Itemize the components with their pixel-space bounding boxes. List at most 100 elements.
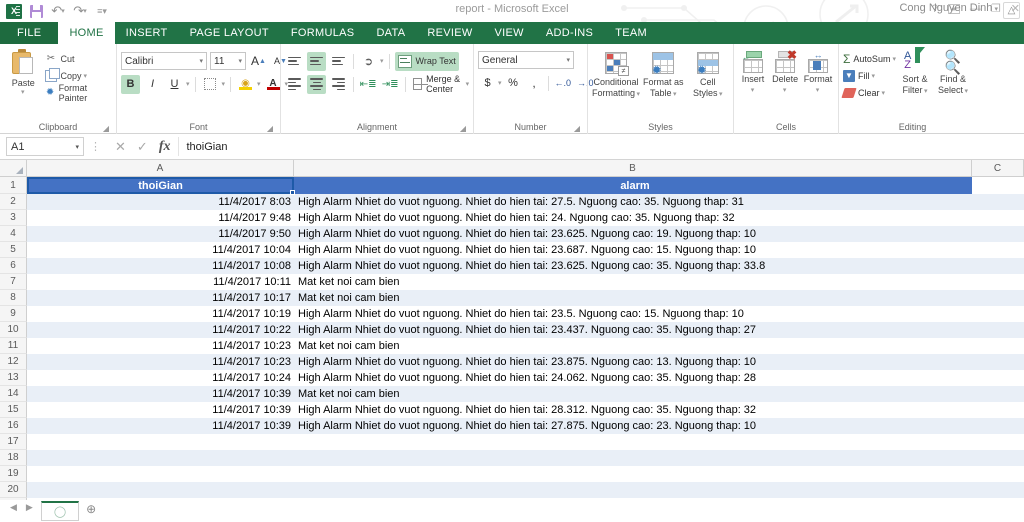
- autosum-button[interactable]: Σ AutoSum ▾: [843, 50, 896, 67]
- cell-b[interactable]: High Alarm Nhiet do vuot nguong. Nhiet d…: [294, 306, 972, 322]
- align-middle-icon[interactable]: [307, 51, 326, 71]
- save-icon[interactable]: [26, 2, 46, 20]
- cell-c[interactable]: [972, 194, 1024, 210]
- cell-b[interactable]: Mat ket noi cam bien: [294, 386, 972, 402]
- font-dialog-launcher-icon[interactable]: ◢: [267, 124, 273, 133]
- row-header[interactable]: 12: [0, 354, 27, 370]
- cell-a[interactable]: 11/4/2017 10:11: [27, 274, 294, 290]
- row-header[interactable]: 14: [0, 386, 27, 402]
- cell-c[interactable]: [972, 434, 1024, 450]
- column-header-a[interactable]: A: [27, 160, 294, 177]
- cell-b[interactable]: [294, 466, 972, 482]
- accounting-dropdown-icon[interactable]: ▾: [498, 79, 502, 87]
- tab-page-layout[interactable]: PAGE LAYOUT: [179, 22, 280, 44]
- cell-a[interactable]: 11/4/2017 10:39: [27, 402, 294, 418]
- row-header[interactable]: 20: [0, 482, 27, 498]
- cell-b[interactable]: Mat ket noi cam bien: [294, 274, 972, 290]
- cell-b[interactable]: High Alarm Nhiet do vuot nguong. Nhiet d…: [294, 322, 972, 338]
- align-top-icon[interactable]: [285, 52, 304, 71]
- cell-c[interactable]: [972, 482, 1024, 498]
- find-select-button[interactable]: 🔍🔍 Find & Select ▾: [934, 50, 972, 97]
- cell-b[interactable]: High Alarm Nhiet do vuot nguong. Nhiet d…: [294, 370, 972, 386]
- cell-a[interactable]: 11/4/2017 8:03: [27, 194, 294, 210]
- user-account-label[interactable]: Cong Nguyen Dinh ▾: [899, 2, 998, 14]
- cell-b[interactable]: High Alarm Nhiet do vuot nguong. Nhiet d…: [294, 194, 972, 210]
- copy-dropdown-icon[interactable]: ▾: [83, 72, 87, 80]
- cell-b[interactable]: Mat ket noi cam bien: [294, 338, 972, 354]
- sort-filter-button[interactable]: AZ Sort & Filter ▾: [896, 47, 934, 97]
- cut-button[interactable]: ✂ Cut: [42, 50, 112, 67]
- tab-file[interactable]: FILE: [0, 22, 59, 44]
- name-box[interactable]: A1 ▾: [6, 137, 84, 156]
- number-dialog-launcher-icon[interactable]: ◢: [574, 124, 580, 133]
- cell-c[interactable]: [972, 290, 1024, 306]
- cancel-icon[interactable]: ✕: [115, 139, 126, 155]
- number-format-combo[interactable]: General ▾: [478, 51, 574, 69]
- align-right-icon[interactable]: [329, 75, 348, 94]
- cell-a[interactable]: 11/4/2017 10:23: [27, 338, 294, 354]
- cell-a[interactable]: 11/4/2017 9:50: [27, 226, 294, 242]
- cell-b[interactable]: High Alarm Nhiet do vuot nguong. Nhiet d…: [294, 354, 972, 370]
- font-name-combo[interactable]: Calibri ▾: [121, 52, 207, 70]
- new-sheet-icon[interactable]: ⊕: [79, 500, 96, 516]
- cell-c[interactable]: [972, 386, 1024, 402]
- customize-qat-icon[interactable]: ≡▾: [92, 2, 112, 20]
- clipboard-dialog-launcher-icon[interactable]: ◢: [103, 124, 109, 133]
- row-header[interactable]: 5: [0, 242, 27, 258]
- fill-color-icon[interactable]: ◉: [236, 75, 255, 94]
- row-header[interactable]: 15: [0, 402, 27, 418]
- borders-dropdown-icon[interactable]: ▾: [222, 80, 226, 88]
- cell-c[interactable]: [972, 338, 1024, 354]
- merge-dropdown-icon[interactable]: ▾: [466, 80, 470, 88]
- tab-insert[interactable]: INSERT: [115, 22, 179, 44]
- cell-b[interactable]: High Alarm Nhiet do vuot nguong. Nhiet d…: [294, 418, 972, 434]
- name-box-dropdown-icon[interactable]: ▾: [75, 143, 79, 151]
- fill-dropdown-icon[interactable]: ▾: [872, 72, 876, 80]
- row-header[interactable]: 11: [0, 338, 27, 354]
- cell-a1[interactable]: thoiGian: [27, 177, 294, 194]
- clear-dropdown-icon[interactable]: ▾: [882, 89, 886, 97]
- comma-format-icon[interactable]: ,: [525, 74, 544, 93]
- cell-c[interactable]: [972, 210, 1024, 226]
- insert-dropdown-icon[interactable]: ▾: [751, 85, 755, 96]
- orientation-icon[interactable]: ➲: [359, 52, 378, 71]
- cell-c[interactable]: [972, 242, 1024, 258]
- column-header-b[interactable]: B: [294, 160, 972, 177]
- row-header[interactable]: 6: [0, 258, 27, 274]
- cell-a[interactable]: [27, 450, 294, 466]
- cell-c[interactable]: [972, 306, 1024, 322]
- redo-icon[interactable]: ↷ ▾: [70, 2, 90, 20]
- tab-formulas[interactable]: FORMULAS: [280, 22, 366, 44]
- format-cells-button[interactable]: ↔ Format ▾: [802, 49, 834, 96]
- bold-button[interactable]: B: [121, 74, 140, 94]
- clear-button[interactable]: Clear ▾: [841, 84, 896, 101]
- row-header[interactable]: 16: [0, 418, 27, 434]
- decrease-indent-icon[interactable]: ⇤≣: [359, 75, 378, 94]
- tab-view[interactable]: VIEW: [484, 22, 535, 44]
- row-header[interactable]: 18: [0, 450, 27, 466]
- tab-review[interactable]: REVIEW: [416, 22, 483, 44]
- increase-decimal-icon[interactable]: ←.0: [553, 74, 574, 93]
- row-header[interactable]: 3: [0, 210, 27, 226]
- cell-c[interactable]: [972, 354, 1024, 370]
- insert-cells-button[interactable]: ← Insert ▾: [738, 49, 768, 96]
- cell-c[interactable]: [972, 450, 1024, 466]
- cell-b[interactable]: Mat ket noi cam bien: [294, 290, 972, 306]
- cell-b[interactable]: [294, 450, 972, 466]
- row-header[interactable]: 19: [0, 466, 27, 482]
- row-header[interactable]: 9: [0, 306, 27, 322]
- cell-c[interactable]: [972, 322, 1024, 338]
- tab-team[interactable]: TEAM: [604, 22, 658, 44]
- row-header[interactable]: 10: [0, 322, 27, 338]
- cell-a[interactable]: 11/4/2017 10:04: [27, 242, 294, 258]
- increase-font-size-icon[interactable]: A ▲: [249, 52, 268, 71]
- row-header[interactable]: 17: [0, 434, 27, 450]
- fill-color-dropdown-icon[interactable]: ▾: [257, 80, 261, 88]
- first-sheet-icon[interactable]: ◀: [10, 502, 17, 513]
- cell-c[interactable]: [972, 466, 1024, 482]
- percent-format-icon[interactable]: %: [504, 74, 523, 93]
- italic-button[interactable]: I: [143, 75, 162, 94]
- sheet-nav-buttons[interactable]: ◀ ▶: [4, 500, 41, 513]
- cell-a[interactable]: 11/4/2017 10:17: [27, 290, 294, 306]
- undo-icon[interactable]: ↶ ▾: [48, 2, 68, 20]
